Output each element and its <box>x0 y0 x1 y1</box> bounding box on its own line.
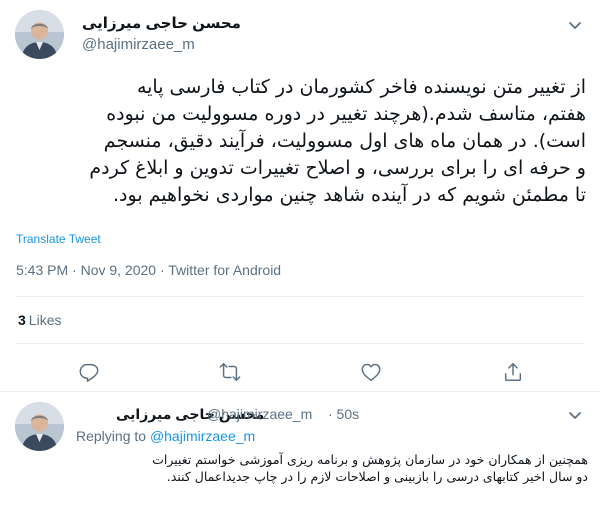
retweet-icon[interactable] <box>219 361 241 383</box>
author-avatar[interactable] <box>15 10 64 59</box>
chevron-down-icon[interactable] <box>566 16 584 34</box>
tweet-text-line: تا مطمئن شویم که در آینده شاهد چنین موار… <box>113 184 586 206</box>
reply-author-handle[interactable]: @hajimirzaee_m <box>207 406 312 422</box>
reply-icon[interactable] <box>78 361 100 383</box>
divider <box>15 343 585 344</box>
chevron-down-icon[interactable] <box>566 406 584 424</box>
reply-text-line: دو سال اخیر کتابهای درسی را بازبینی و اص… <box>166 469 588 484</box>
tweet-timestamp[interactable]: 5:43 PM · Nov 9, 2020 · Twitter for Andr… <box>16 262 281 278</box>
divider <box>15 296 585 297</box>
likes-count: 3 <box>18 312 26 328</box>
tweet-text-line: و حرفه ای را برای بررسی، و اصلاح تغییرات… <box>89 157 586 179</box>
translate-tweet-link[interactable]: Translate Tweet <box>16 232 101 246</box>
reply-text: همچنین از همکاران خود در سازمان پژوهش و … <box>76 451 588 485</box>
tweet-text-line: هفتم، متاسف شدم.(هرچند تغییر در دوره مسو… <box>106 103 586 125</box>
replying-to-label: Replying to <box>76 428 147 444</box>
likes-stat[interactable]: 3 Likes <box>18 312 61 328</box>
tweet-text-line: از تغییر متن نویسنده فاخر کشورمان در کتا… <box>136 76 586 98</box>
replying-to-handle[interactable]: @hajimirzaee_m <box>150 428 255 444</box>
tweet-text-line: است). در همان ماه های اول مسوولیت، فرآین… <box>103 130 586 152</box>
author-name[interactable]: محسن حاجی میرزایی <box>82 14 241 32</box>
main-tweet: محسن حاجی میرزایی @hajimirzaee_m از تغیی… <box>0 0 600 392</box>
likes-label: Likes <box>28 312 62 328</box>
author-handle[interactable]: @hajimirzaee_m <box>82 36 195 53</box>
reply-text-line: همچنین از همکاران خود در سازمان پژوهش و … <box>152 452 588 467</box>
reply-author-avatar[interactable] <box>15 402 64 451</box>
reply-time[interactable]: · 50s <box>328 406 359 422</box>
like-icon[interactable] <box>360 361 382 383</box>
replying-to: Replying to @hajimirzaee_m <box>76 428 255 444</box>
tweet-text: از تغییر متن نویسنده فاخر کشورمان در کتا… <box>14 74 586 209</box>
share-icon[interactable] <box>502 361 524 383</box>
